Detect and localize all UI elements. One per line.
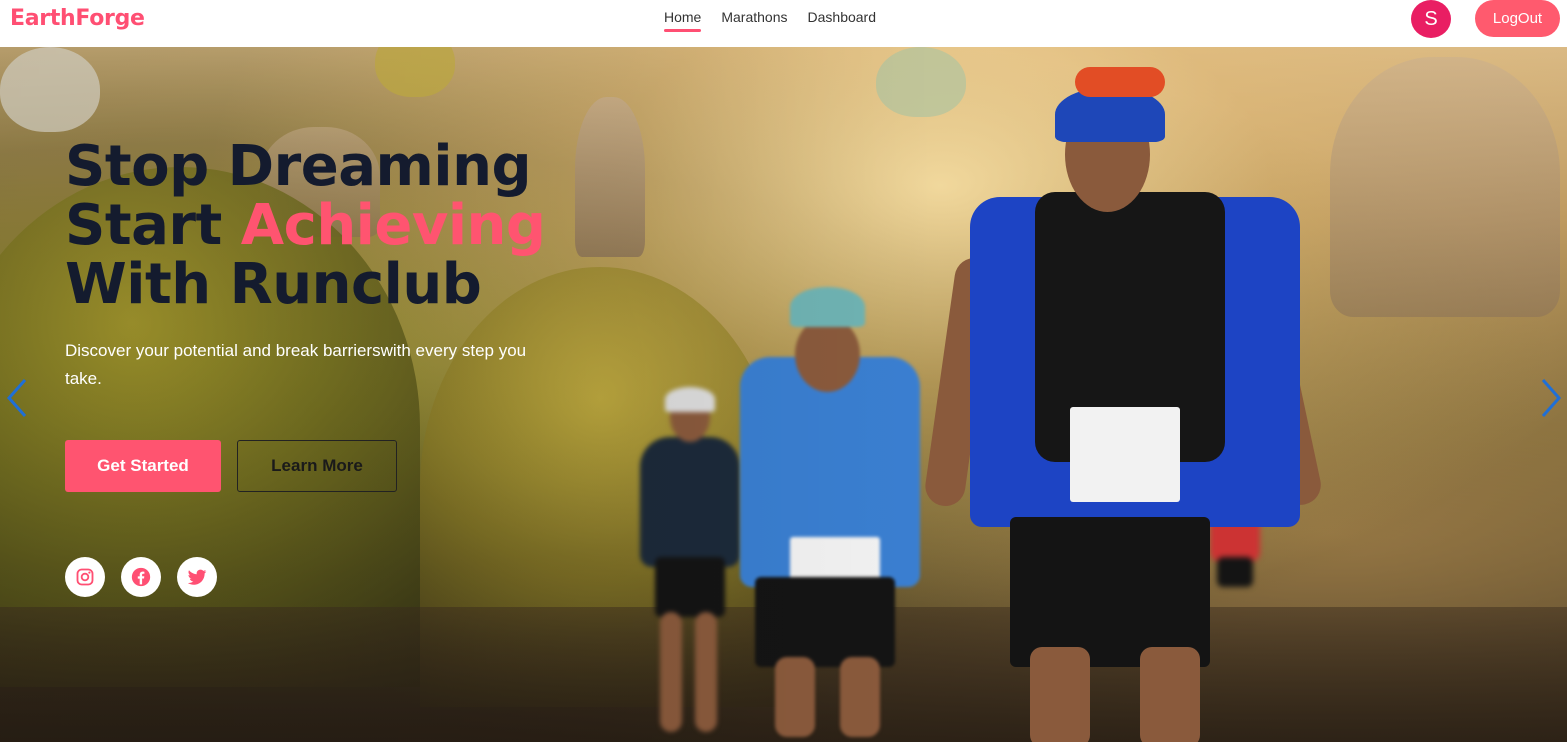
nav-marathons[interactable]: Marathons — [721, 9, 787, 29]
carousel-next-button[interactable] — [1536, 373, 1566, 423]
instagram-icon — [76, 568, 94, 586]
nav-dashboard[interactable]: Dashboard — [808, 9, 877, 29]
hero-carousel: Stop Dreaming Start Achieving With Runcl… — [0, 47, 1567, 742]
hero-title: Stop Dreaming Start Achieving With Runcl… — [65, 137, 546, 314]
hero-subtitle: Discover your potential and break barrie… — [65, 341, 527, 388]
hero-title-line1: Stop Dreaming — [65, 134, 532, 199]
hero-title-accent: Achieving — [240, 193, 546, 258]
hero-title-line2: Start — [65, 193, 241, 258]
facebook-icon — [131, 567, 151, 587]
learn-more-button[interactable]: Learn More — [237, 440, 397, 492]
brand-logo[interactable]: EarthForge — [10, 6, 145, 31]
carousel-prev-button[interactable] — [2, 373, 32, 423]
get-started-button[interactable]: Get Started — [65, 440, 221, 492]
navbar: EarthForge Home Marathons Dashboard S Lo… — [0, 0, 1567, 47]
user-avatar[interactable]: S — [1411, 0, 1451, 38]
twitter-icon — [187, 569, 207, 585]
chevron-right-icon — [1541, 379, 1562, 417]
facebook-link[interactable] — [121, 557, 161, 597]
nav-home[interactable]: Home — [664, 9, 702, 32]
twitter-link[interactable] — [177, 557, 217, 597]
chevron-left-icon — [6, 379, 27, 417]
logout-button[interactable]: LogOut — [1475, 0, 1560, 37]
hero-title-line3: With Runclub — [65, 252, 482, 317]
instagram-link[interactable] — [65, 557, 105, 597]
main-nav: Home Marathons Dashboard — [664, 9, 877, 32]
